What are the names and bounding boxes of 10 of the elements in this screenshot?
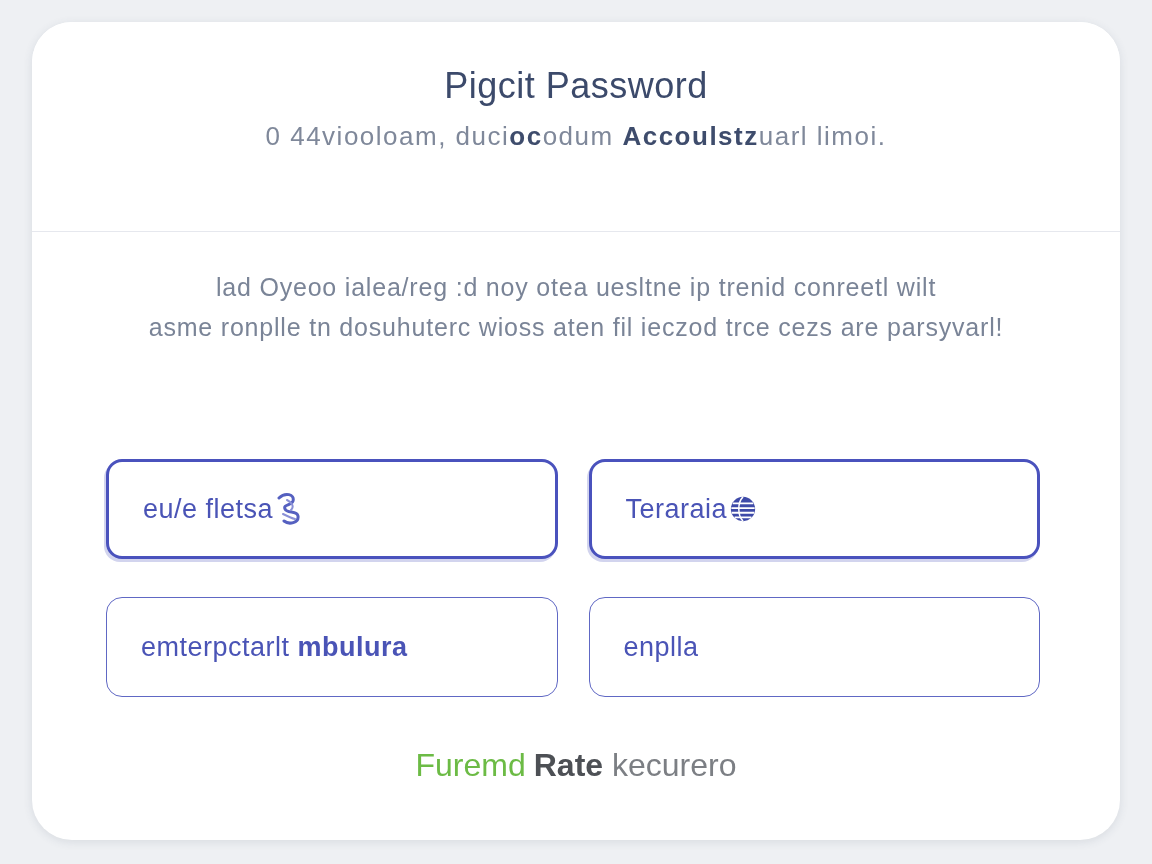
scribble-icon xyxy=(275,492,302,526)
input-field[interactable]: Teraraia xyxy=(588,459,1040,559)
input-field[interactable]: emterpctarlt mbulura xyxy=(106,597,558,697)
footer-text: Rate kecurero xyxy=(533,746,737,785)
input-field[interactable]: enplla xyxy=(588,597,1040,697)
globe-icon xyxy=(729,495,758,523)
input-field[interactable]: eu/e fletsa xyxy=(106,459,558,559)
instructions-text: lad Oyeoo ialea/reg :d noy otea uesltne ip trenid conreetl wilt asme ronplle tn dosuhuterc wioss aten fil ieczod trce cezs are parsyvarl! xyxy=(148,272,1004,343)
dialog-title: Pigcit Password xyxy=(444,64,708,108)
dialog-subtitle: 0 44viooloam, duciocodum Accoulstzuarl limoi. xyxy=(265,120,887,152)
